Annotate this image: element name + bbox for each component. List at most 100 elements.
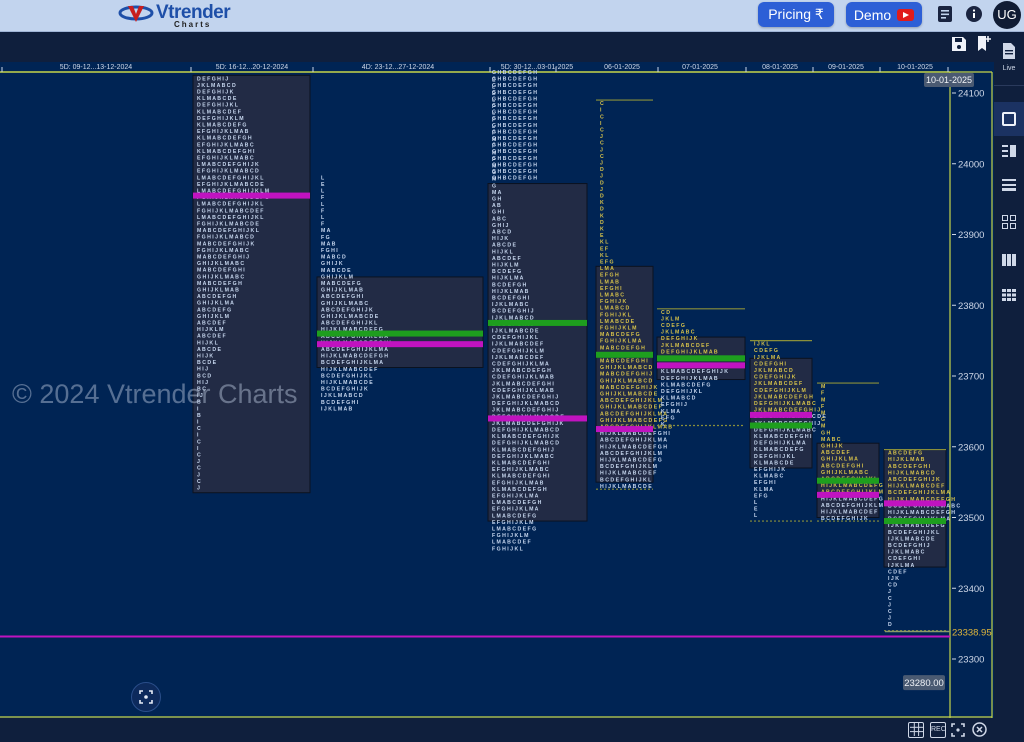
single-layout-icon[interactable] [994,102,1024,136]
chart-canvas[interactable]: 5D: 09-12...13-12-2024 5D: 16-12...20-12-… [0,62,994,718]
tpo-row: I J K L M A B C D E F G [888,523,945,529]
tpo-row: I [600,121,602,127]
tpo-row: C D E F G H I J K L M A B [492,388,554,394]
tpo-row: I [600,108,602,114]
recenter-button[interactable] [131,682,161,712]
tpo-row: D E F G H I J K L [661,389,703,395]
vwap-line [884,518,946,525]
tpo-row: J [888,602,891,608]
tpo-row: E F G [661,415,675,421]
tpo-row: M A B C D E F G [600,332,640,338]
tpo-row: F G H I J K L [600,312,632,318]
tpo-row: B C D E F G H I J K L M A [888,490,950,496]
tpo-row: F [821,391,824,397]
tpo-row: E [321,182,325,188]
x-tick-label: 4D: 23-12...27-12-2024 [362,64,434,71]
tpo-row: H I J K L M A B C D [888,470,935,476]
tpo-row: H I J [197,367,208,373]
tpo-row: I J K L M A [754,355,780,361]
poc-line [193,192,310,199]
rows-layout-icon[interactable] [994,172,1024,202]
tpo-row: J [888,616,891,622]
vwap-line [488,319,587,326]
tpo-row: G H [492,197,501,203]
tpo-row: J [600,174,603,180]
split-layout-icon[interactable] [994,138,1024,168]
live-label[interactable]: Live [994,65,1024,72]
tpo-row: G H I J K L M A B C D E F [600,405,662,411]
tpo-row: E F G H I J K L M A B C D [197,169,259,175]
tpo-row: K L M A B C D E F [197,109,241,115]
tpo-row: E [754,507,758,513]
tpo-row: E F G H [600,273,619,279]
tpo-row: A B C D E F G H I J K [888,477,940,483]
tpo-row: A B C D E F G H I J K [321,307,373,313]
tpo-row: E F G H I J K L M A B C [197,142,254,148]
demo-button[interactable]: Demo [846,2,922,27]
tpo-row: A B C D E F G H I J K L M A [600,438,667,444]
notes-icon[interactable] [936,6,954,24]
tpo-row: K [600,213,604,219]
tpo-row: E F G H I J K L M A [492,494,539,500]
tpo-row: C [197,453,201,459]
close-circle-icon[interactable] [972,722,987,737]
grid-2x2-icon[interactable] [994,210,1024,240]
tpo-row: B C D E F G H [492,282,527,288]
tpo-row: L [321,175,325,181]
bookmark-add-icon[interactable] [976,35,992,52]
tpo-row: E F G H I J K L M A B [197,129,249,135]
tpo-row: K L M A B C D E F G H [492,487,547,493]
right-side-panel: Live [994,32,1024,741]
tpo-row: A B C D E F G H I J K L M [821,503,883,509]
tpo-row: I J K L M A B C [492,302,529,308]
tpo-row: E F G H I J K L M A B C D E [197,182,264,188]
tpo-row: M [821,384,825,390]
tpo-row: L [754,500,758,506]
tpo-row: M A B C D E F G H I J K [600,385,658,391]
grid-icon[interactable] [908,722,924,738]
tpo-row: I J K L M A B C D E [888,536,935,542]
tpo-row: G H I J K L M A B C [821,470,868,476]
pricing-button[interactable]: Pricing ₹ [758,2,834,27]
tpo-row: G H I J K [821,443,843,449]
tpo-row: I J K L M A B C D E [492,329,539,335]
tpo-row: G [492,183,496,189]
tpo-row: C D E F G [661,323,685,329]
tpo-row: C [600,114,604,120]
market-profile-chart[interactable]: 5D: 09-12...13-12-2024 5D: 16-12...20-12-… [0,62,994,718]
fullscreen-icon[interactable] [951,723,965,737]
tpo-row: G H I J [492,223,509,229]
save-icon[interactable] [951,36,967,52]
tpo-row: I J K L M A [888,563,914,569]
user-avatar[interactable]: UG [993,1,1021,29]
tpo-row: M A B C D [321,255,346,261]
tpo-row: B C D E F G H I J K L M A [321,360,383,366]
tpo-row: C D [888,583,897,589]
rec-icon[interactable]: REC [930,722,946,738]
tpo-row: D E F G H I J K L M A B C D [492,401,559,407]
tpo-row: C [197,479,201,485]
info-icon[interactable] [965,6,983,24]
tpo-row: G H I J K L M A B [197,288,239,294]
grid-3x3-icon[interactable] [994,282,1024,312]
columns-layout-icon[interactable] [994,247,1024,277]
tpo-row: G H I J K L M A B C [197,261,244,267]
tpo-row: K L M A B C D E F G H [197,136,252,142]
tpo-row: F G H I J K L M A [600,339,642,345]
tpo-row: H I J K [197,354,213,360]
tpo-row: B C D E F G H I J K L [321,373,373,379]
tpo-row: A B C D E F G [197,307,231,313]
vtrender-logo[interactable]: Vtrender Charts [118,2,231,30]
tpo-row: K [600,226,604,232]
x-tick-label: 10-01-2025 [897,64,933,71]
tpo-row: G H B C D E F G H [492,90,537,96]
tpo-row: A B C D E F G H I J K L [321,321,378,327]
tpo-row: A B C D [492,230,511,236]
x-axis: 5D: 09-12...13-12-2024 5D: 16-12...20-12-… [0,64,950,73]
tpo-row: F G H I J K L M [600,325,637,331]
tpo-row: C [888,609,892,615]
tpo-row: L M A B C D E F G [492,513,536,519]
profile: D E F G H I JJ K L M A B C DD E F G H I … [192,74,311,494]
tpo-row: M [821,424,825,430]
tpo-row: C D E F G [754,348,778,354]
